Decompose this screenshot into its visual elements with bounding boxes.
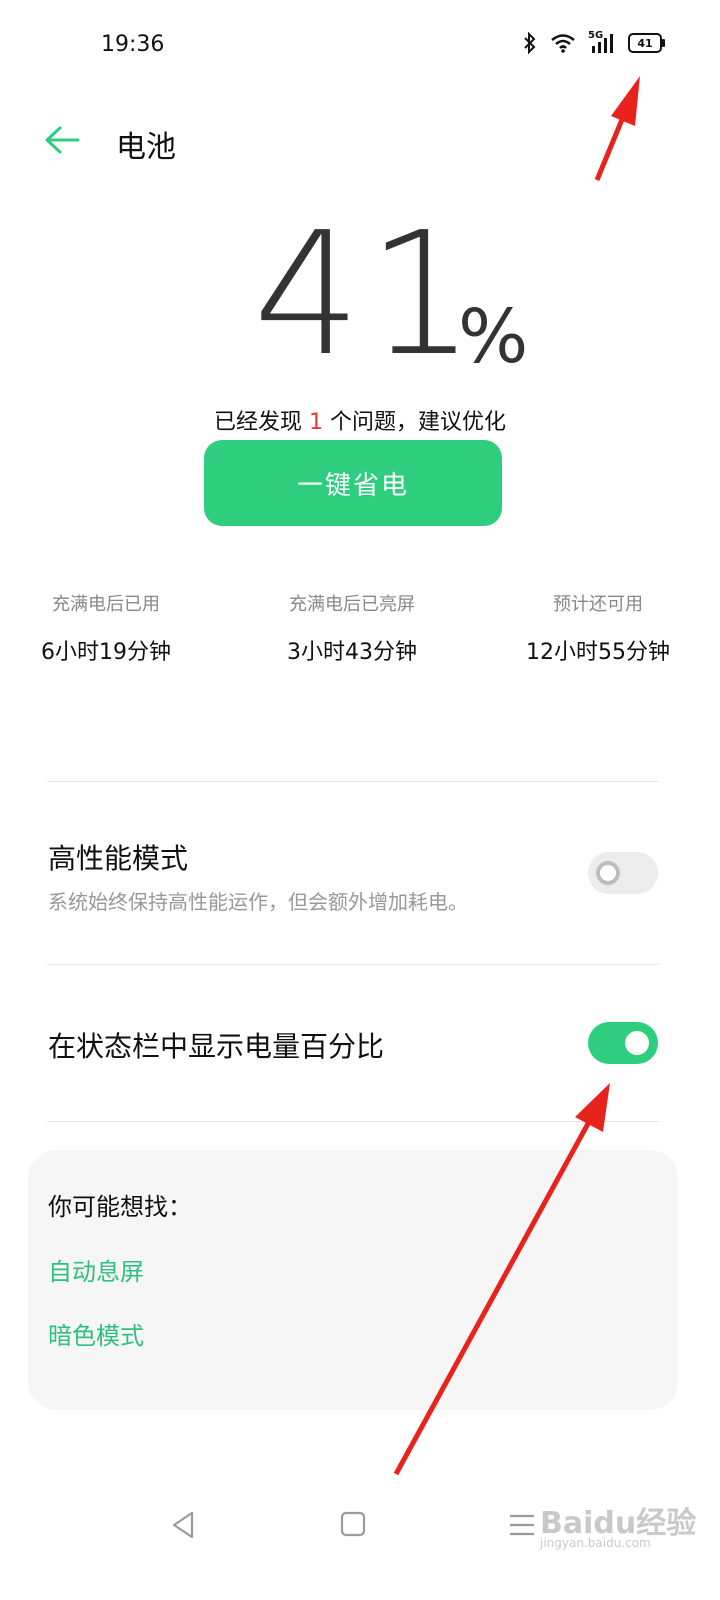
arrow-to-status-battery <box>594 76 640 181</box>
annotation-arrows <box>393 76 640 1476</box>
arrow-to-percentage-toggle <box>393 1083 610 1476</box>
